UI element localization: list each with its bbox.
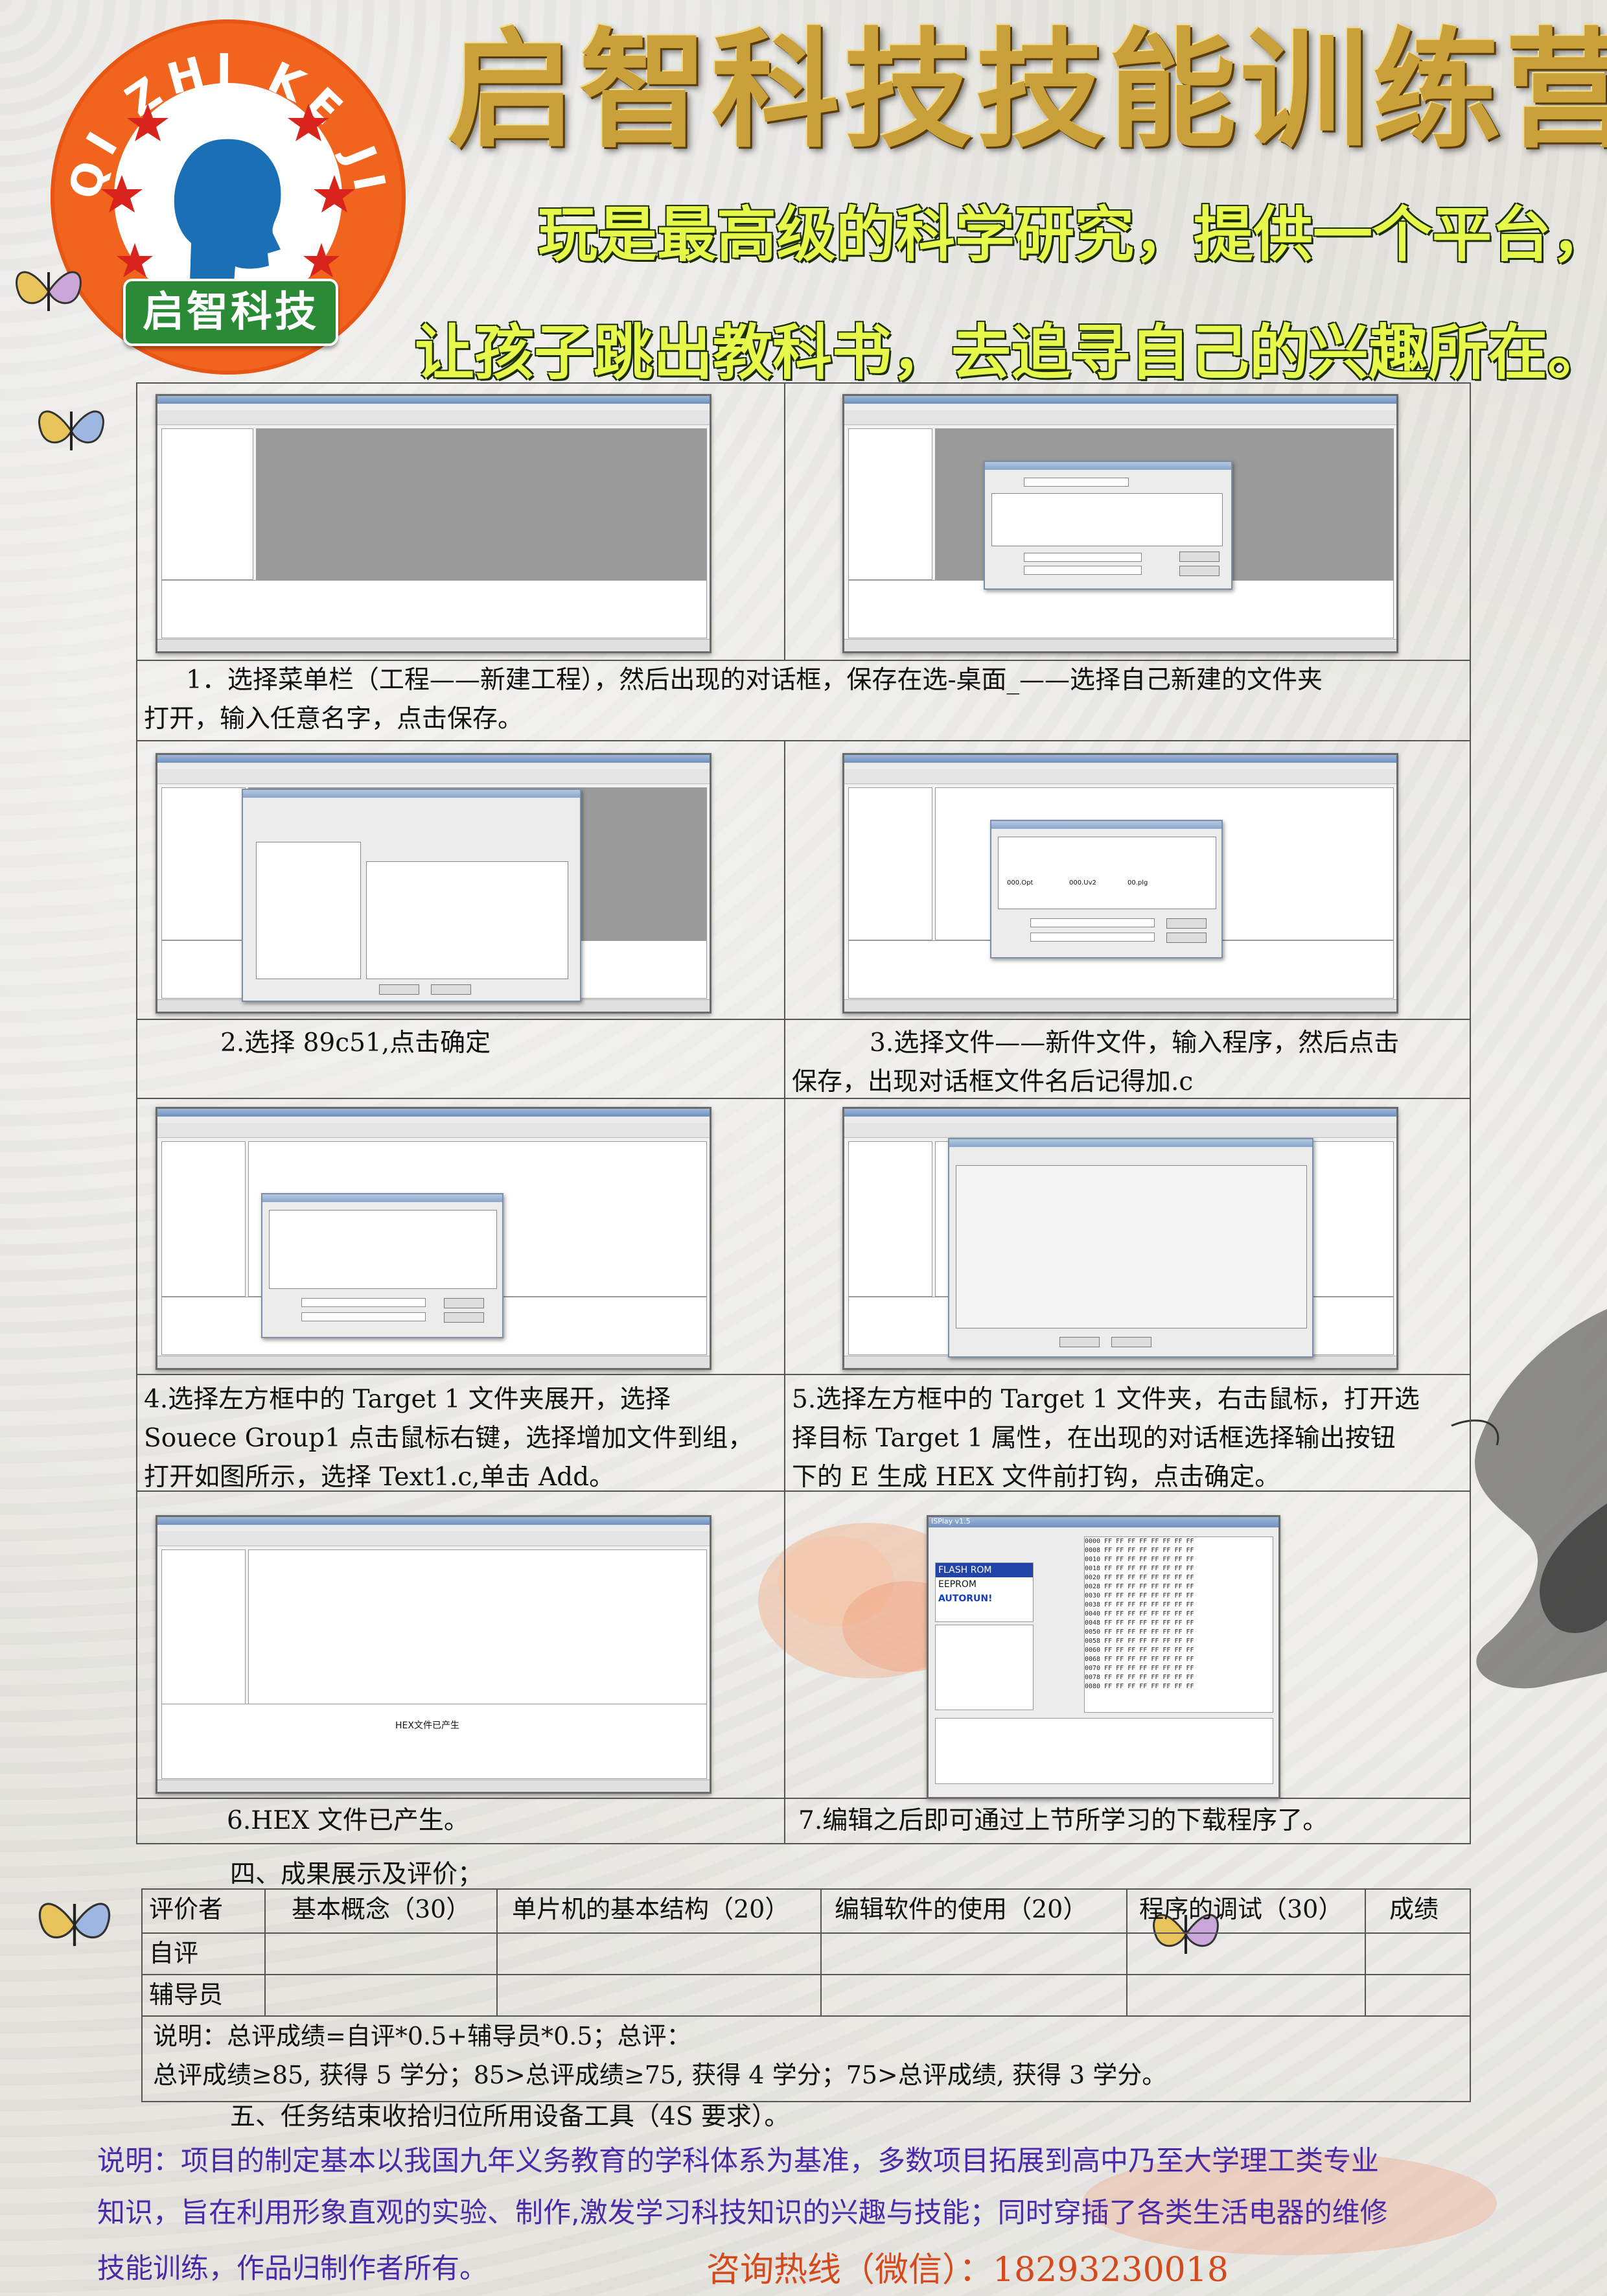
table-header-cell: 基本概念（30） — [266, 1890, 498, 1932]
uvision-screenshot-save-file: 000.Opt 000.Uv2 00.plg — [842, 753, 1398, 1014]
flash-rom-item[interactable]: FLASH ROM — [936, 1563, 1033, 1577]
table-header-cell: 成绩 — [1389, 1895, 1439, 1923]
save-dialog: 000.Opt 000.Uv2 00.plg — [990, 820, 1223, 958]
section-5-title: 五、任务结束收拾归位所用设备工具（4S 要求）。 — [230, 2102, 790, 2131]
table-cell — [1366, 1934, 1470, 1974]
step-4-text: 4.选择左方框中的 Target 1 文件夹展开，选择 Souece Group… — [144, 1385, 754, 1492]
table-cell — [1127, 1975, 1366, 2015]
file-name: 00.plg — [1127, 879, 1148, 887]
uvision-screenshot-add-file — [156, 1107, 711, 1370]
step-7-text: 7.编辑之后即可通过上节所学习的下载程序了。 — [798, 1806, 1328, 1835]
footer-line-3: 技能训练，作品归制作者所有。 — [97, 2253, 487, 2285]
table-row: 辅导员 — [143, 1975, 1470, 2017]
uvision-screenshot-new-project — [842, 394, 1398, 653]
evaluation-note-line-1: 说明：总评成绩=自评*0.5+辅导员*0.5；总评： — [153, 2022, 691, 2050]
isplay-screenshot: ISPlay v1.5 FLASH ROM EEPROM AUTORUN! 00… — [927, 1515, 1280, 1799]
table-cell — [498, 1934, 822, 1974]
section-4-title: 四、成果展示及评价； — [230, 1860, 483, 1889]
page-title: 启智科技技能训练营 — [447, 16, 1607, 165]
autorun-item[interactable]: AUTORUN! — [936, 1592, 1033, 1606]
isplay-title: ISPlay v1.5 — [931, 1517, 971, 1525]
table-header-cell: 评价者 — [143, 1890, 266, 1932]
step-6-text: 6.HEX 文件已产生。 — [227, 1806, 469, 1835]
uvision-screenshot-hex-created: HEX文件已产生 — [156, 1515, 711, 1794]
slogan-line-1: 玩是最高级的科学研究，提供一个平台， — [538, 200, 1607, 270]
logo-banner: 启智科技 — [123, 279, 338, 346]
table-cell — [266, 1934, 498, 1974]
table-cell — [822, 1934, 1127, 1974]
step-3-text: 3.选择文件——新件文件，输入程序，然后点击 保存，出现对话框文件名后记得加.c — [792, 1028, 1400, 1096]
hex-created-label: HEX文件已产生 — [395, 1721, 459, 1731]
hex-memory-view: 0000 FF FF FF FF FF FF FF FF 0008 FF FF … — [1084, 1536, 1273, 1713]
table-header-cell: 编辑软件的使用（20） — [822, 1890, 1127, 1932]
file-name: 000.Uv2 — [1069, 879, 1096, 887]
step-5-text: 5.选择左方框中的 Target 1 文件夹，右击鼠标，打开选 择目标 Targ… — [792, 1385, 1420, 1492]
file-name: 000.Opt — [1007, 879, 1034, 887]
table-header-cell: 单片机的基本结构（20） — [498, 1890, 822, 1932]
step-2-text: 2.选择 89c51,点击确定 — [220, 1028, 491, 1058]
footer-line-2: 知识，旨在利用形象直观的实验、制作,激发学习科技知识的兴趣与技能；同时穿插了各类… — [97, 2197, 1388, 2229]
table-cell — [266, 1975, 498, 2015]
uvision-screenshot-target-options — [842, 1107, 1398, 1370]
table-cell: 辅导员 — [143, 1975, 266, 2015]
table-cell — [1366, 1975, 1470, 2015]
table-cell: 自评 — [143, 1934, 266, 1974]
logo: QI ZHI KE JI 启智科技 — [51, 19, 406, 375]
steps-table: 1．选择菜单栏（工程——新建工程），然后出现的对话框，保存在选-桌面_——选择自… — [136, 382, 1471, 1844]
uvision-screenshot-select-device — [156, 753, 711, 1014]
hotline-text: 咨询热线（微信）：18293230018 — [706, 2251, 1229, 2290]
butterfly-icon — [38, 1903, 111, 1946]
table-cell — [1127, 1934, 1366, 1974]
footer-line-1: 说明：项目的制定基本以我国九年义务教育的学科体系为基准，多数项目拓展到高中乃至大… — [97, 2145, 1379, 2177]
step-1-text: 1．选择菜单栏（工程——新建工程），然后出现的对话框，保存在选-桌面_——选择自… — [144, 666, 1323, 734]
evaluation-note-line-2: 总评成绩≥85, 获得 5 学分；85>总评成绩≥75, 获得 4 学分；75>… — [153, 2061, 1167, 2089]
uvision-screenshot-empty — [156, 394, 711, 653]
table-row: 自评 — [143, 1934, 1470, 1975]
slogan-line-2: 让孩子跳出教科书，去追寻自己的兴趣所在。 — [415, 318, 1607, 388]
butterfly-icon — [16, 271, 82, 311]
table-header-cell: 程序的调试（30） — [1127, 1890, 1366, 1932]
table-cell — [822, 1975, 1127, 2015]
eeprom-item[interactable]: EEPROM — [936, 1577, 1033, 1592]
table-cell — [498, 1975, 822, 2015]
table-row: 评价者 基本概念（30） 单片机的基本结构（20） 编辑软件的使用（20） 程序… — [143, 1890, 1470, 1934]
butterfly-icon — [38, 410, 104, 450]
